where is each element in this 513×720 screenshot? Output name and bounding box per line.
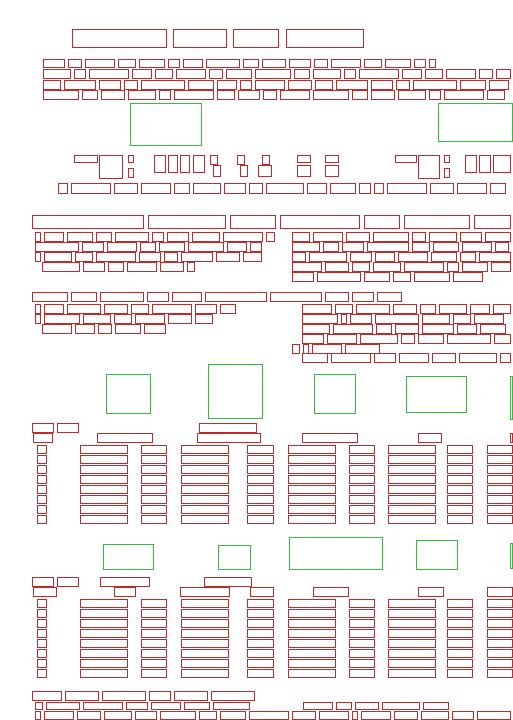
figure-panel bbox=[406, 376, 467, 413]
figure-panel bbox=[218, 545, 251, 570]
intro-figure-left bbox=[130, 103, 202, 146]
intro-figure-right bbox=[438, 103, 513, 142]
figure-panel bbox=[103, 544, 154, 570]
figure-panel bbox=[314, 374, 356, 414]
document-page bbox=[0, 0, 513, 720]
figure-panel bbox=[106, 374, 151, 414]
figure-panel bbox=[416, 540, 458, 570]
figure-panel bbox=[208, 364, 263, 419]
figure-panel bbox=[289, 537, 383, 570]
figure-region-layer bbox=[0, 0, 513, 720]
